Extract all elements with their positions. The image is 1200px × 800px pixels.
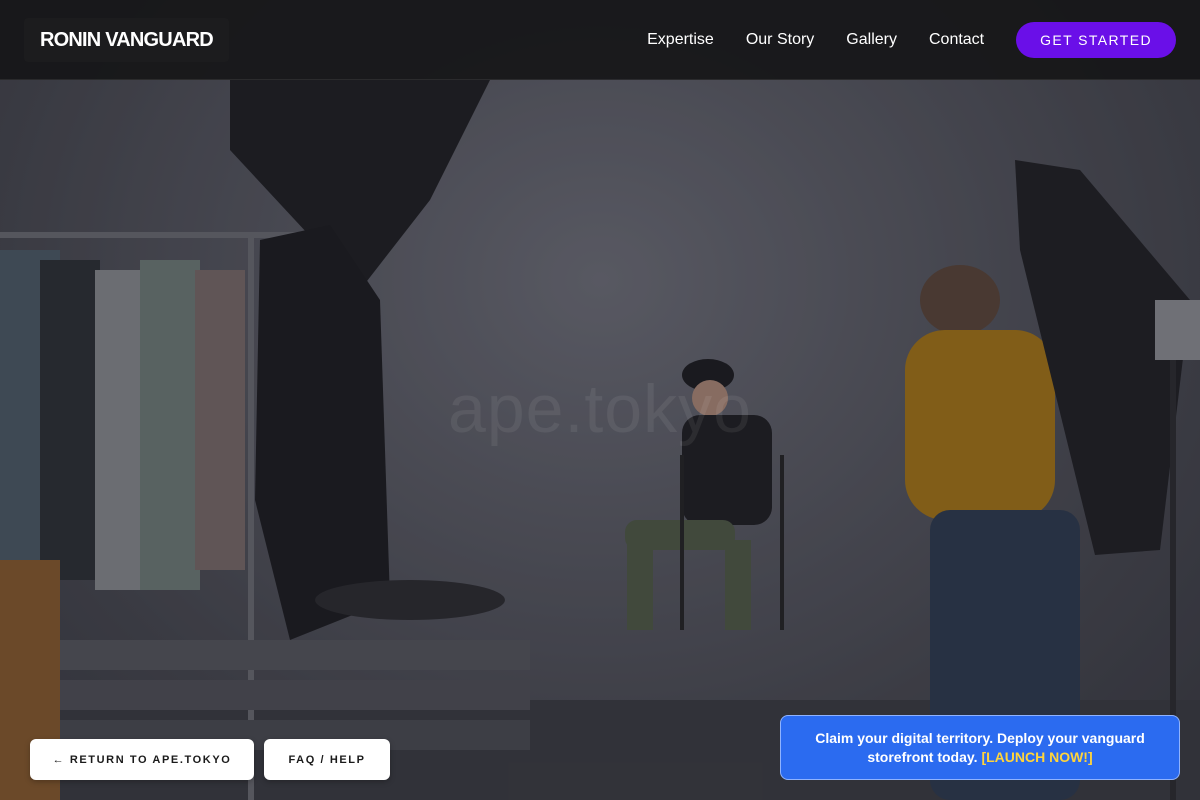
faq-help-button[interactable]: FAQ / HELP <box>264 739 390 780</box>
promo-content: Claim your digital territory. Deploy you… <box>805 729 1155 767</box>
page: ape.tokyo RONIN VANGUARD Expertise Our S… <box>0 0 1200 800</box>
get-started-button[interactable]: GET STARTED <box>1016 22 1176 58</box>
nav-link-expertise[interactable]: Expertise <box>647 31 714 49</box>
promo-banner: Claim your digital territory. Deploy you… <box>780 715 1180 780</box>
site-logo[interactable]: RONIN VANGUARD <box>24 18 229 62</box>
nav-link-our-story[interactable]: Our Story <box>746 31 814 49</box>
nav-link-gallery[interactable]: Gallery <box>846 31 897 49</box>
promo-launch-link[interactable]: [LAUNCH NOW!] <box>981 749 1092 765</box>
main-nav: Expertise Our Story Gallery Contact GET … <box>647 0 1176 80</box>
site-header: RONIN VANGUARD Expertise Our Story Galle… <box>0 0 1200 80</box>
promo-text: Claim your digital territory. Deploy you… <box>815 729 1145 765</box>
return-to-ape-tokyo-button[interactable]: ← RETURN TO APE.TOKYO <box>30 739 254 780</box>
nav-link-contact[interactable]: Contact <box>929 31 984 49</box>
watermark-text: ape.tokyo <box>448 371 752 447</box>
